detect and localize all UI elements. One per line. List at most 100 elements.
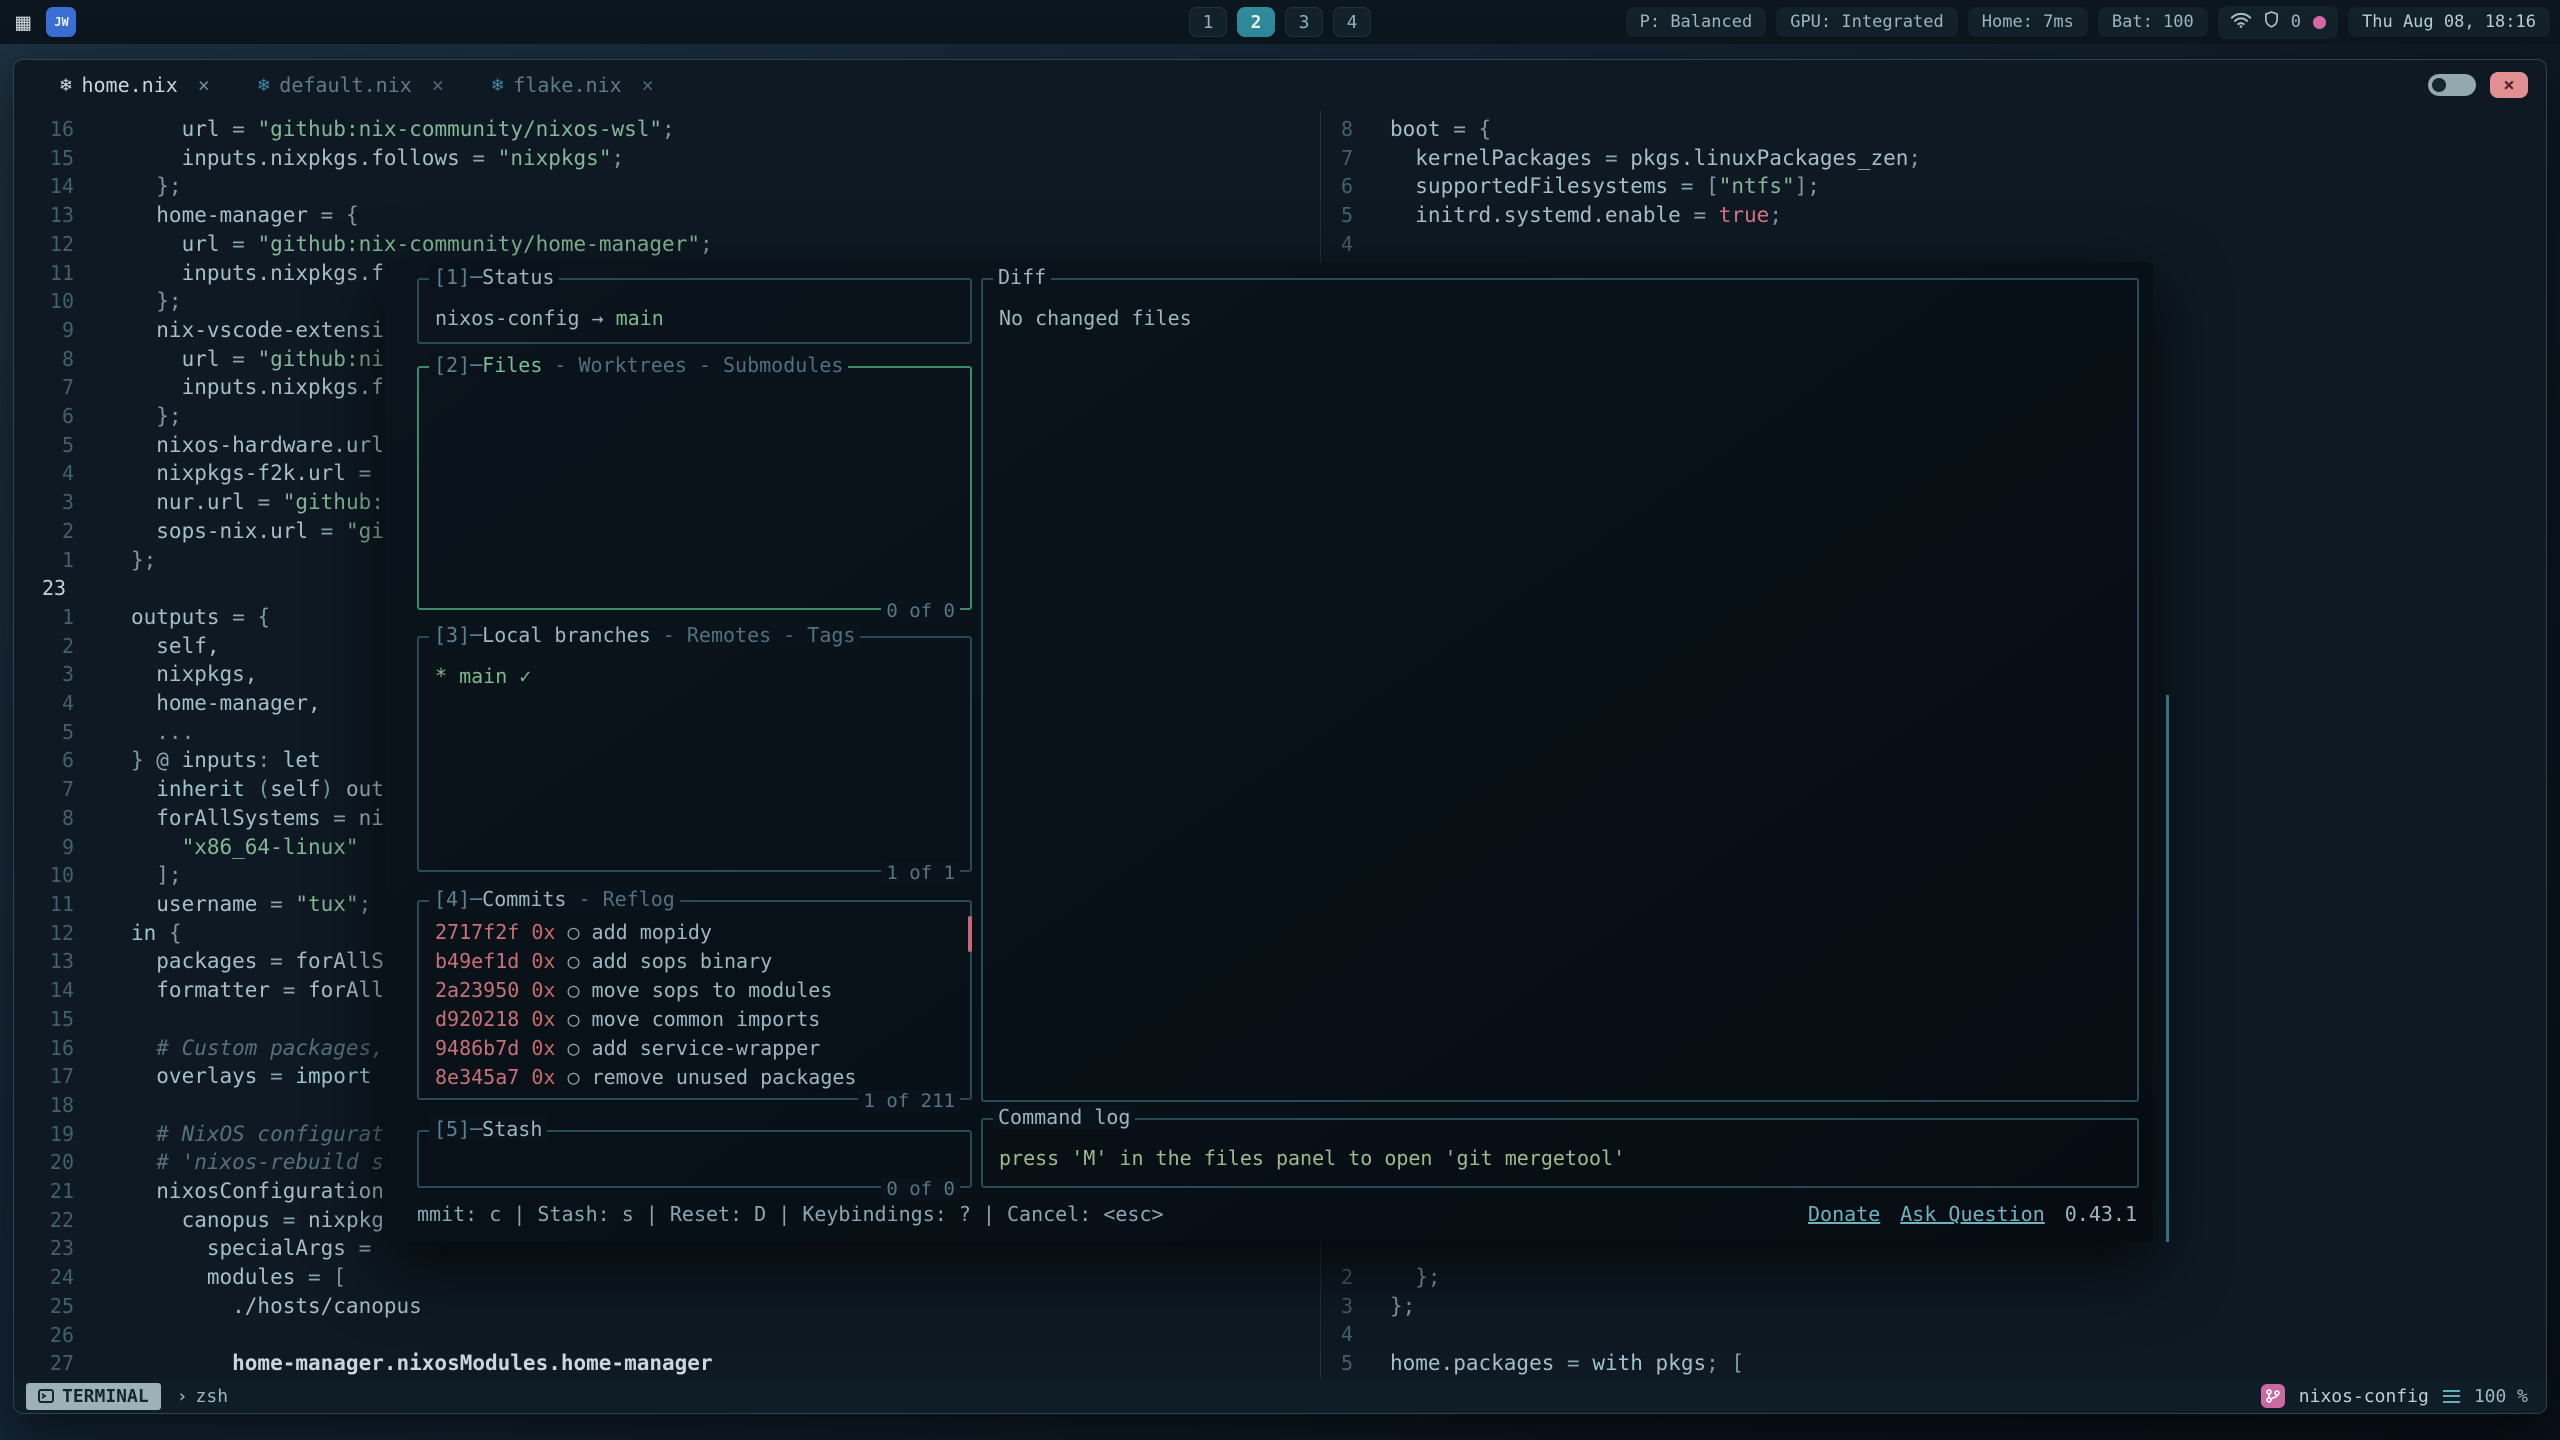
line-number: 5: [1321, 201, 1353, 230]
nix-snowflake-icon: ❄: [492, 74, 503, 96]
lazygit-files-panel[interactable]: [2]─Files - Worktrees - Submodules 0 of …: [417, 366, 972, 610]
line-number: 24: [14, 1263, 74, 1292]
lazygit-diff-panel[interactable]: Diff No changed files: [981, 278, 2139, 1102]
code-line: 27 home-manager.nixosModules.home-manage…: [14, 1349, 1320, 1378]
line-number: 15: [14, 144, 74, 173]
diff-content: No changed files: [983, 280, 2137, 333]
line-number: 14: [14, 172, 74, 201]
window-close-button[interactable]: ×: [2490, 72, 2528, 98]
commits-scrollbar: [968, 916, 972, 952]
workspace-switcher: 1 2 3 4: [1189, 7, 1371, 37]
lazygit-command-log-panel[interactable]: Command log press 'M' in the files panel…: [981, 1118, 2139, 1188]
code-line: 16 url = "github:nix-community/nixos-wsl…: [14, 115, 1320, 144]
line-number: 15: [14, 1005, 74, 1034]
line-number: 2: [14, 517, 74, 546]
window-toggle[interactable]: [2428, 74, 2476, 96]
bar-status-group: P: Balanced GPU: Integrated Home: 7ms Ba…: [1626, 6, 2550, 39]
workspace-4[interactable]: 4: [1333, 7, 1371, 37]
panel-title[interactable]: [4]─Commits - Reflog: [429, 887, 680, 911]
panel-count: 0 of 0: [881, 1178, 960, 1200]
commit-row[interactable]: d920218 0x ○ move common imports: [435, 1005, 954, 1034]
line-number: 4: [1321, 230, 1353, 259]
tray-icons: 0: [2218, 6, 2338, 39]
home-ping: Home: 7ms: [1968, 7, 2088, 37]
commit-row[interactable]: 8e345a7 0x ○ remove unused packages: [435, 1063, 954, 1092]
gpu-status: GPU: Integrated: [1776, 7, 1958, 37]
commit-row[interactable]: 2a23950 0x ○ move sops to modules: [435, 976, 954, 1005]
tab-close-icon[interactable]: ×: [198, 73, 210, 97]
statusline-right: nixos-config 100 %: [2261, 1384, 2528, 1408]
branch-list-item[interactable]: * main ✓: [435, 664, 531, 688]
panel-number: [1]─: [434, 265, 482, 289]
line-number: 11: [14, 890, 74, 919]
line-number: 6: [14, 402, 74, 431]
panel-title[interactable]: [1]─Status: [429, 265, 559, 289]
code-line: 14 };: [14, 172, 1320, 201]
line-number: 3: [14, 660, 74, 689]
line-number: 5: [14, 431, 74, 460]
line-number: 7: [14, 373, 74, 402]
code-line: 7 kernelPackages = pkgs.linuxPackages_ze…: [1321, 144, 2546, 173]
lazygit-stash-panel[interactable]: [5]─Stash 0 of 0: [417, 1130, 972, 1188]
line-number: 4: [1321, 1320, 1353, 1349]
tab-close-icon[interactable]: ×: [432, 73, 444, 97]
line-number: 20: [14, 1148, 74, 1177]
commit-row[interactable]: b49ef1d 0x ○ add sops binary: [435, 947, 954, 976]
commit-row[interactable]: 2717f2f 0x ○ add mopidy: [435, 918, 954, 947]
commit-row[interactable]: 9486b7d 0x ○ add service-wrapper: [435, 1034, 954, 1063]
donate-link[interactable]: Donate: [1808, 1202, 1880, 1226]
workspace-3[interactable]: 3: [1285, 7, 1323, 37]
line-number: 8: [14, 345, 74, 374]
tab-close-icon[interactable]: ×: [642, 73, 654, 97]
panel-label: Files: [482, 353, 542, 377]
lazygit-status-panel[interactable]: [1]─Status nixos-config → main: [417, 278, 972, 344]
lazygit-keybar: mmit: c | Stash: s | Reset: D | Keybindi…: [417, 1202, 2137, 1226]
workspace-2[interactable]: 2: [1237, 7, 1275, 37]
tab-bar: ❄ home.nix × ❄ default.nix × ❄ flake.nix…: [14, 60, 2546, 110]
keybindings-hint: mmit: c | Stash: s | Reset: D | Keybindi…: [417, 1202, 1164, 1226]
app-launcher-icon[interactable]: ▦: [10, 8, 36, 36]
lazygit-branches-panel[interactable]: [3]─Local branches - Remotes - Tags * ma…: [417, 636, 972, 872]
panel-label: Commits: [482, 887, 566, 911]
power-profile[interactable]: P: Balanced: [1626, 7, 1767, 37]
line-number: 3: [14, 488, 74, 517]
tab-home-nix[interactable]: ❄ home.nix ×: [60, 73, 210, 97]
repo-name: nixos-config →: [435, 306, 616, 330]
line-number: 2: [14, 632, 74, 661]
code-line: 4: [1321, 230, 2546, 259]
workspace-1[interactable]: 1: [1189, 7, 1227, 37]
repo-indicator: nixos-config: [2299, 1386, 2429, 1407]
tab-default-nix[interactable]: ❄ default.nix ×: [258, 73, 444, 97]
line-number: 3: [1321, 1292, 1353, 1321]
tab-flake-nix[interactable]: ❄ flake.nix ×: [492, 73, 654, 97]
terminal-tab-zsh[interactable]: › zsh: [177, 1386, 228, 1407]
line-number: 7: [1321, 144, 1353, 173]
line-number: 21: [14, 1177, 74, 1206]
tab-label: home.nix: [81, 73, 177, 97]
code-line: 4: [1321, 1320, 2546, 1349]
line-number: 10: [14, 861, 74, 890]
line-number: 6: [14, 746, 74, 775]
panel-title[interactable]: [5]─Stash: [429, 1117, 547, 1141]
panel-tabs: - Remotes - Tags: [651, 623, 856, 647]
lazygit-commits-panel[interactable]: [4]─Commits - Reflog 2717f2f 0x ○ add mo…: [417, 900, 972, 1100]
app-badge[interactable]: JW: [46, 7, 76, 37]
ask-question-link[interactable]: Ask Question: [1900, 1202, 2045, 1226]
line-number: 6: [1321, 172, 1353, 201]
menu-lines-icon[interactable]: [2443, 1390, 2460, 1403]
top-bar: ▦ JW 1 2 3 4 P: Balanced GPU: Integrated…: [0, 0, 2560, 44]
panel-title[interactable]: [3]─Local branches - Remotes - Tags: [429, 623, 860, 647]
command-log-content: press 'M' in the files panel to open 'gi…: [983, 1120, 2137, 1173]
wifi-icon: [2230, 11, 2252, 34]
line-number: 18: [14, 1091, 74, 1120]
line-number: 26: [14, 1321, 74, 1350]
line-number: 22: [14, 1206, 74, 1235]
panel-title[interactable]: [2]─Files - Worktrees - Submodules: [429, 353, 848, 377]
code-line: 26: [14, 1321, 1320, 1350]
code-line: 5 initrd.systemd.enable = true;: [1321, 201, 2546, 230]
pane-scrollbar: [2166, 695, 2169, 1242]
window-controls: ×: [2428, 72, 2528, 98]
line-number: 17: [14, 1062, 74, 1091]
code-line: 3};: [1321, 1292, 2546, 1321]
scroll-position: 100 %: [2474, 1386, 2528, 1407]
